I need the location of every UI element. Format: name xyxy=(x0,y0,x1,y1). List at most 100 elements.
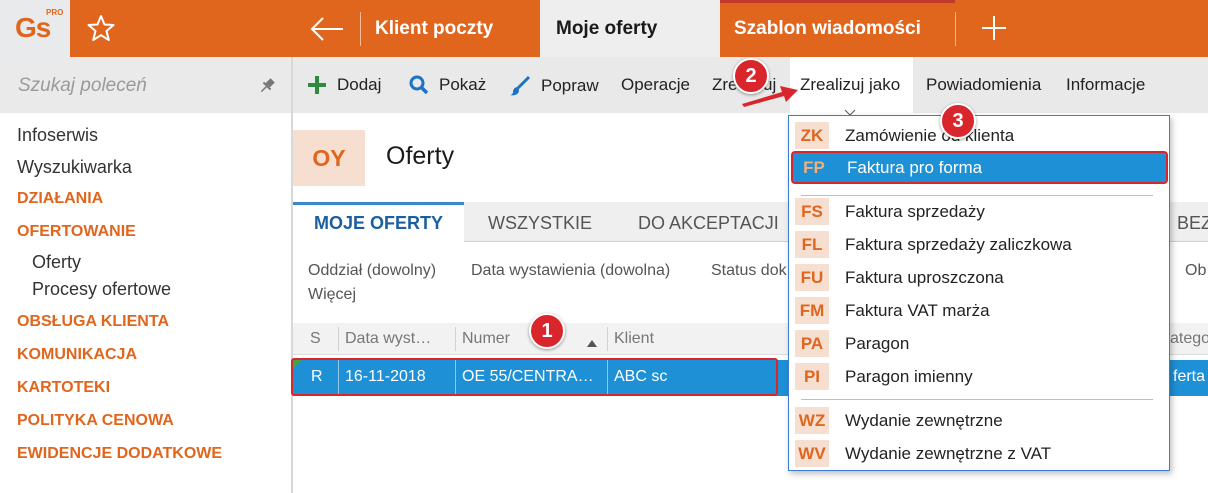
notifications-label: Powiadomienia xyxy=(926,75,1042,94)
tab-moje-oferty[interactable]: Moje oferty xyxy=(540,0,720,57)
doc-code-badge: FU xyxy=(795,264,829,291)
sidebar: Szukaj poleceń Infoserwis Wyszukiwarka D… xyxy=(0,57,293,493)
doc-code-badge: FP xyxy=(803,157,825,177)
information-label: Informacje xyxy=(1066,75,1146,94)
menu-item-wz[interactable]: WZ Wydanie zewnętrzne xyxy=(789,404,1169,437)
brush-icon xyxy=(509,75,531,97)
menu-item-fl[interactable]: FL Faktura sprzedaży zaliczkowa xyxy=(789,228,1169,261)
tab-wszystkie[interactable]: WSZYSTKIE xyxy=(488,213,592,234)
filter-data-wystawienia[interactable]: Data wystawienia (dowolna) xyxy=(471,262,670,280)
step-badge-3: 3 xyxy=(940,103,976,139)
column-header-s[interactable]: S xyxy=(310,330,321,348)
tab-accent-bar xyxy=(720,0,955,3)
menu-item-fm[interactable]: FM Faktura VAT marża xyxy=(789,294,1169,327)
step-badge-2: 2 xyxy=(733,58,769,94)
doc-code-badge: WV xyxy=(795,440,829,467)
menu-divider xyxy=(801,399,1153,400)
show-button[interactable]: Pokaż xyxy=(409,75,486,95)
realize-as-menu[interactable]: Zrealizuj jako xyxy=(800,75,900,95)
doc-code-badge: PI xyxy=(795,363,829,390)
sidebar-item-oferty[interactable]: Oferty xyxy=(32,252,81,273)
tab-bez[interactable]: BEZ xyxy=(1177,213,1208,234)
sidebar-section-kartoteki[interactable]: KARTOTEKI xyxy=(17,379,110,397)
filter-more-link[interactable]: Więcej xyxy=(308,286,356,304)
cell-partial: ferta xyxy=(1173,368,1206,385)
operations-menu[interactable]: Operacje xyxy=(621,75,690,95)
realize-as-dropdown: ZK Zamówienie od klienta FP Faktura pro … xyxy=(788,115,1170,471)
tab-label: Klient poczty xyxy=(375,17,494,39)
command-search[interactable]: Szukaj poleceń xyxy=(0,57,291,113)
top-bar: Gs PRO Klient poczty Moje oferty Szablon… xyxy=(0,0,1208,57)
column-header-klient[interactable]: Klient xyxy=(614,330,654,348)
menu-item-zk[interactable]: ZK Zamówienie od klienta xyxy=(789,119,1169,152)
doc-code-badge: ZK xyxy=(795,122,829,149)
menu-item-label: Faktura VAT marża xyxy=(845,301,990,320)
edit-button[interactable]: Popraw xyxy=(509,75,599,97)
page-title: Oferty xyxy=(386,142,455,170)
doc-code-badge: PA xyxy=(795,330,829,357)
menu-item-fp[interactable]: FP Faktura pro forma xyxy=(791,151,1168,184)
edit-button-label: Popraw xyxy=(541,76,599,95)
column-header-numer[interactable]: Numer xyxy=(462,330,510,348)
sidebar-section-ofertowanie[interactable]: OFERTOWANIE xyxy=(17,223,136,241)
add-button[interactable]: Dodaj xyxy=(307,75,381,95)
back-arrow-icon[interactable] xyxy=(293,0,361,57)
row-highlight-frame xyxy=(291,358,778,396)
filter-oddzial[interactable]: Oddział (dowolny) xyxy=(308,262,436,280)
menu-item-fu[interactable]: FU Faktura uproszczona xyxy=(789,261,1169,294)
menu-item-label: Wydanie zewnętrzne z VAT xyxy=(845,444,1052,463)
information-menu[interactable]: Informacje xyxy=(1066,75,1145,95)
menu-item-label: Faktura uproszczona xyxy=(845,268,1004,287)
column-header-partial[interactable]: atego xyxy=(1170,330,1208,348)
magnifier-icon xyxy=(409,75,429,95)
doc-code-badge: FL xyxy=(795,231,829,258)
tab-label: Moje oferty xyxy=(556,17,658,39)
menu-item-fs[interactable]: FS Faktura sprzedaży xyxy=(789,195,1169,228)
realize-as-label: Zrealizuj jako xyxy=(800,75,901,94)
notifications-menu[interactable]: Powiadomienia xyxy=(926,75,1041,95)
filter-partial[interactable]: Ob xyxy=(1185,262,1206,280)
tab-moje-oferty-list[interactable]: MOJE OFERTY xyxy=(314,213,443,234)
menu-item-wv[interactable]: WV Wydanie zewnętrzne z VAT xyxy=(789,437,1169,470)
logo-superscript: PRO xyxy=(46,8,64,17)
sidebar-item-wyszukiwarka[interactable]: Wyszukiwarka xyxy=(17,157,132,178)
sidebar-item-infoserwis[interactable]: Infoserwis xyxy=(17,125,98,146)
menu-item-label: Faktura pro forma xyxy=(847,158,983,177)
tab-klient-poczty[interactable]: Klient poczty xyxy=(361,0,539,57)
menu-item-pi[interactable]: PI Paragon imienny xyxy=(789,360,1169,393)
sidebar-section-ewidencje-dodatkowe[interactable]: EWIDENCJE DODATKOWE xyxy=(17,445,222,463)
sidebar-section-dzialania[interactable]: DZIAŁANIA xyxy=(17,190,103,208)
tab-label: Szablon wiadomości xyxy=(734,17,921,39)
doc-code-badge: FM xyxy=(795,297,829,324)
show-button-label: Pokaż xyxy=(439,75,487,94)
step-badge-1: 1 xyxy=(529,313,565,349)
document-type-badge: OY xyxy=(293,130,365,186)
sidebar-item-procesy-ofertowe[interactable]: Procesy ofertowe xyxy=(32,279,171,300)
menu-item-label: Zamówienie od klienta xyxy=(845,126,1015,145)
search-input[interactable]: Szukaj poleceń xyxy=(18,75,147,97)
menu-item-label: Faktura sprzedaży xyxy=(845,202,985,221)
sort-ascending-icon[interactable] xyxy=(587,334,597,352)
menu-item-label: Paragon xyxy=(845,334,910,353)
filter-status[interactable]: Status dok xyxy=(711,262,787,280)
app-logo[interactable]: Gs PRO xyxy=(0,0,70,57)
column-header-data[interactable]: Data wyst… xyxy=(345,330,431,348)
add-button-label: Dodaj xyxy=(337,75,382,94)
menu-item-label: Paragon imienny xyxy=(845,367,973,386)
plus-icon xyxy=(307,75,327,95)
pin-icon[interactable] xyxy=(258,77,276,100)
sidebar-section-obsluga-klienta[interactable]: OBSŁUGA KLIENTA xyxy=(17,313,169,331)
column-divider xyxy=(338,327,339,351)
column-divider xyxy=(455,327,456,351)
tab-szablon-wiadomosci[interactable]: Szablon wiadomości xyxy=(720,0,955,57)
doc-code-badge: WZ xyxy=(795,407,829,434)
doc-code-badge: FS xyxy=(795,198,829,225)
tab-do-akceptacji[interactable]: DO AKCEPTACJI xyxy=(638,213,779,234)
column-divider xyxy=(607,327,608,351)
sidebar-section-komunikacja[interactable]: KOMUNIKACJA xyxy=(17,346,137,364)
menu-item-pa[interactable]: PA Paragon xyxy=(789,327,1169,360)
add-tab-plus-icon[interactable] xyxy=(978,12,1010,44)
favorite-star-icon[interactable] xyxy=(85,12,117,44)
sidebar-section-polityka-cenowa[interactable]: POLITYKA CENOWA xyxy=(17,412,174,430)
operations-label: Operacje xyxy=(621,75,690,94)
